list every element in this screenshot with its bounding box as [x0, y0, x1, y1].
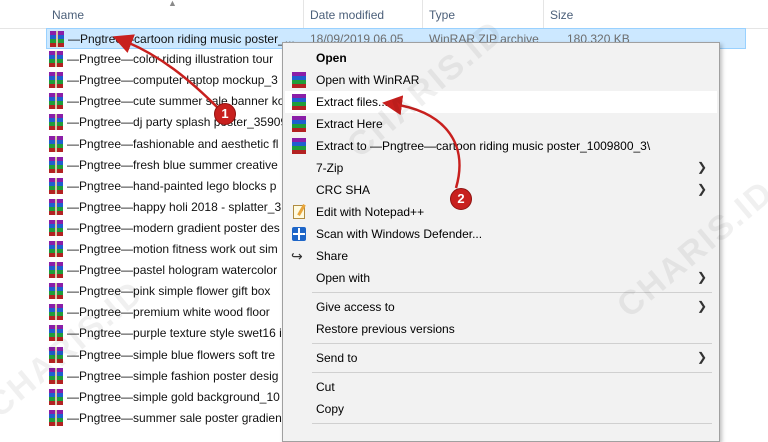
annotation-arrows	[112, 34, 461, 189]
annotation-arrow-1	[112, 34, 219, 109]
annotation-arrow-2	[382, 95, 461, 189]
step-badge-2: 2	[450, 188, 472, 210]
step-badge-1: 1	[214, 103, 236, 125]
